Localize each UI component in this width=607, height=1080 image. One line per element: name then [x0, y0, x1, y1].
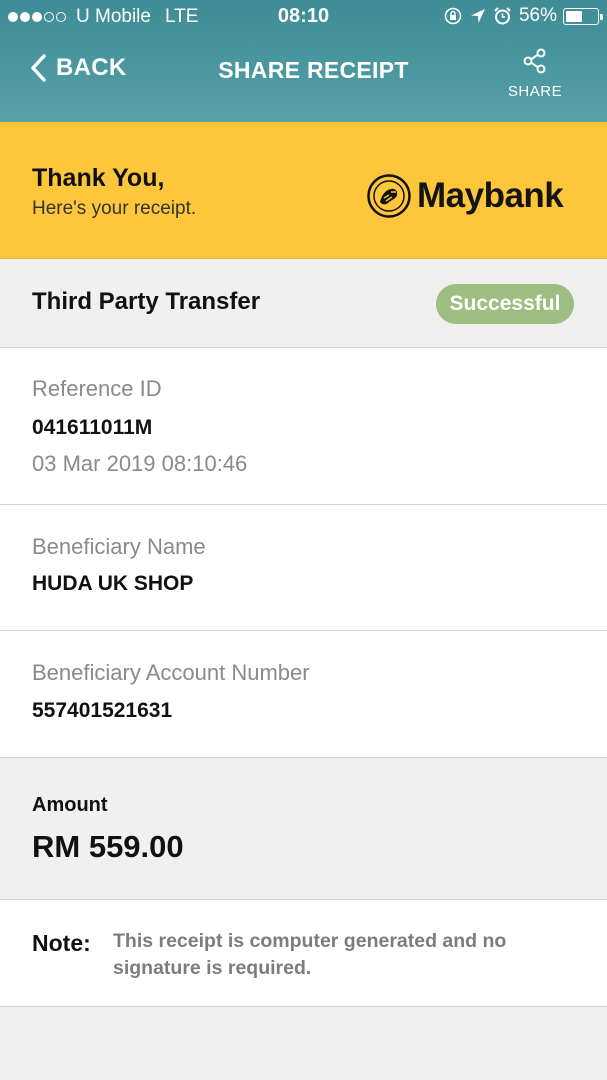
beneficiary-account-section: Beneficiary Account Number 557401521631 [0, 631, 607, 758]
brand-name: Maybank [417, 176, 564, 215]
note-section: Note: This receipt is computer generated… [0, 900, 607, 1007]
receipt-banner: Thank You, Here's your receipt. Maybank [0, 122, 607, 259]
thank-you-heading: Thank You, [32, 164, 165, 192]
note-text: This receipt is computer generated and n… [113, 930, 507, 979]
maybank-logo: Maybank [367, 174, 564, 218]
amount-label: Amount [32, 794, 108, 816]
receipt-subheading: Here's your receipt. [32, 198, 197, 219]
status-bar: U Mobile LTE 08:10 56% [0, 0, 607, 34]
battery-level [566, 10, 582, 22]
share-icon [523, 48, 546, 74]
beneficiary-account-label: Beneficiary Account Number [32, 660, 310, 685]
status-badge: Successful [436, 284, 574, 324]
amount-value: RM 559.00 [32, 829, 184, 864]
note-label: Note: [32, 930, 91, 956]
transaction-datetime: 03 Mar 2019 08:10:46 [32, 451, 248, 476]
alarm-icon [494, 7, 511, 25]
status-right: 56% [436, 5, 603, 27]
amount-section: Amount RM 559.00 [0, 758, 607, 900]
share-label: SHARE [507, 83, 563, 100]
reference-id-label: Reference ID [32, 376, 162, 401]
battery-icon [563, 7, 603, 25]
beneficiary-account-value: 557401521631 [32, 699, 173, 722]
reference-id-value: 041611011M [32, 416, 153, 439]
share-button[interactable]: SHARE [505, 47, 565, 100]
transaction-type: Third Party Transfer [32, 288, 261, 315]
beneficiary-name-value: HUDA UK SHOP [32, 572, 194, 595]
tiger-emblem-icon [367, 174, 411, 218]
battery-percent: 56% [518, 5, 557, 26]
beneficiary-name-label: Beneficiary Name [32, 534, 206, 559]
beneficiary-name-section: Beneficiary Name HUDA UK SHOP [0, 505, 607, 631]
app-header: U Mobile LTE 08:10 56% BACK SHARE RECEIP… [0, 0, 607, 122]
reference-section: Reference ID 041611011M 03 Mar 2019 08:1… [0, 348, 607, 505]
lock-rotation-icon [444, 7, 462, 25]
location-arrow-icon [470, 8, 486, 24]
